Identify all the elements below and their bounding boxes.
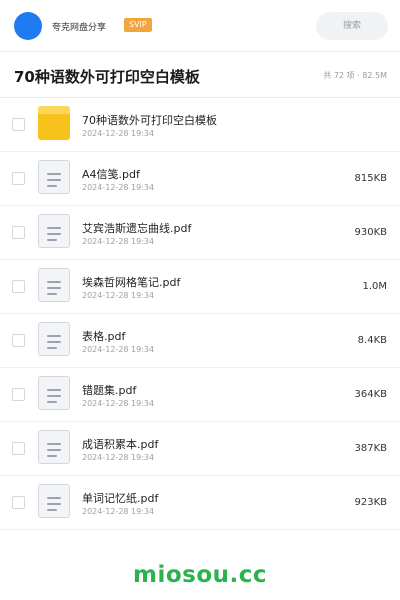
document-icon — [38, 214, 70, 248]
top-bar: 夸克网盘分享 SVIP 搜索 — [0, 0, 400, 52]
file-date: 2024-12-28 19:34 — [82, 399, 155, 408]
file-size: 923KB — [354, 497, 387, 508]
list-item[interactable]: 表格.pdf 2024-12-28 19:34 8.4KB — [0, 314, 400, 368]
file-name: 成语积累本.pdf — [82, 438, 159, 451]
brand-label: 夸克网盘分享 — [52, 23, 107, 33]
file-size: 387KB — [354, 443, 387, 454]
watermark-text: miosou.cc — [132, 562, 268, 588]
file-date: 2024-12-28 19:34 — [82, 507, 155, 516]
list-item[interactable]: A4信笺.pdf 2024-12-28 19:34 815KB — [0, 152, 400, 206]
page-title: 70种语数外可打印空白模板 — [14, 68, 200, 86]
list-item[interactable]: 艾宾浩斯遗忘曲线.pdf 2024-12-28 19:34 930KB — [0, 206, 400, 260]
checkbox[interactable] — [12, 334, 25, 347]
list-item[interactable]: 单词记忆纸.pdf 2024-12-28 19:34 923KB — [0, 476, 400, 530]
document-icon — [38, 376, 70, 410]
document-icon — [38, 430, 70, 464]
file-date: 2024-12-28 19:34 — [82, 237, 155, 246]
document-icon — [38, 322, 70, 356]
checkbox[interactable] — [12, 172, 25, 185]
avatar[interactable] — [14, 12, 42, 40]
file-name: 艾宾浩斯遗忘曲线.pdf — [82, 222, 192, 235]
list-item[interactable]: 埃森哲网格笔记.pdf 2024-12-28 19:34 1.0M — [0, 260, 400, 314]
file-size: 1.0M — [362, 281, 387, 292]
file-name: A4信笺.pdf — [82, 168, 140, 181]
list-item[interactable]: 70种语数外可打印空白模板 2024-12-28 19:34 — [0, 98, 400, 152]
file-list: 70种语数外可打印空白模板 2024-12-28 19:34 A4信笺.pdf … — [0, 98, 400, 530]
file-date: 2024-12-28 19:34 — [82, 453, 155, 462]
checkbox[interactable] — [12, 388, 25, 401]
list-item[interactable]: 成语积累本.pdf 2024-12-28 19:34 387KB — [0, 422, 400, 476]
file-date: 2024-12-28 19:34 — [82, 183, 155, 192]
file-size: 930KB — [354, 227, 387, 238]
checkbox[interactable] — [12, 496, 25, 509]
file-name: 埃森哲网格笔记.pdf — [82, 276, 181, 289]
file-date: 2024-12-28 19:34 — [82, 291, 155, 300]
search-button[interactable]: 搜索 — [316, 12, 388, 40]
list-item[interactable]: 错题集.pdf 2024-12-28 19:34 364KB — [0, 368, 400, 422]
file-name: 表格.pdf — [82, 330, 126, 343]
file-date: 2024-12-28 19:34 — [82, 345, 155, 354]
checkbox[interactable] — [12, 442, 25, 455]
svip-badge: SVIP — [124, 18, 152, 32]
folder-meta: 共 72 项 · 82.5M — [323, 71, 387, 80]
checkbox[interactable] — [12, 118, 25, 131]
document-icon — [38, 160, 70, 194]
folder-header: 70种语数外可打印空白模板 共 72 项 · 82.5M — [0, 52, 400, 98]
checkbox[interactable] — [12, 226, 25, 239]
folder-icon — [38, 106, 70, 140]
file-name: 70种语数外可打印空白模板 — [82, 114, 217, 127]
file-name: 错题集.pdf — [82, 384, 137, 397]
file-size: 8.4KB — [357, 335, 387, 346]
file-date: 2024-12-28 19:34 — [82, 129, 155, 138]
file-size: 364KB — [354, 389, 387, 400]
file-size: 815KB — [354, 173, 387, 184]
checkbox[interactable] — [12, 280, 25, 293]
document-icon — [38, 268, 70, 302]
file-name: 单词记忆纸.pdf — [82, 492, 159, 505]
document-icon — [38, 484, 70, 518]
